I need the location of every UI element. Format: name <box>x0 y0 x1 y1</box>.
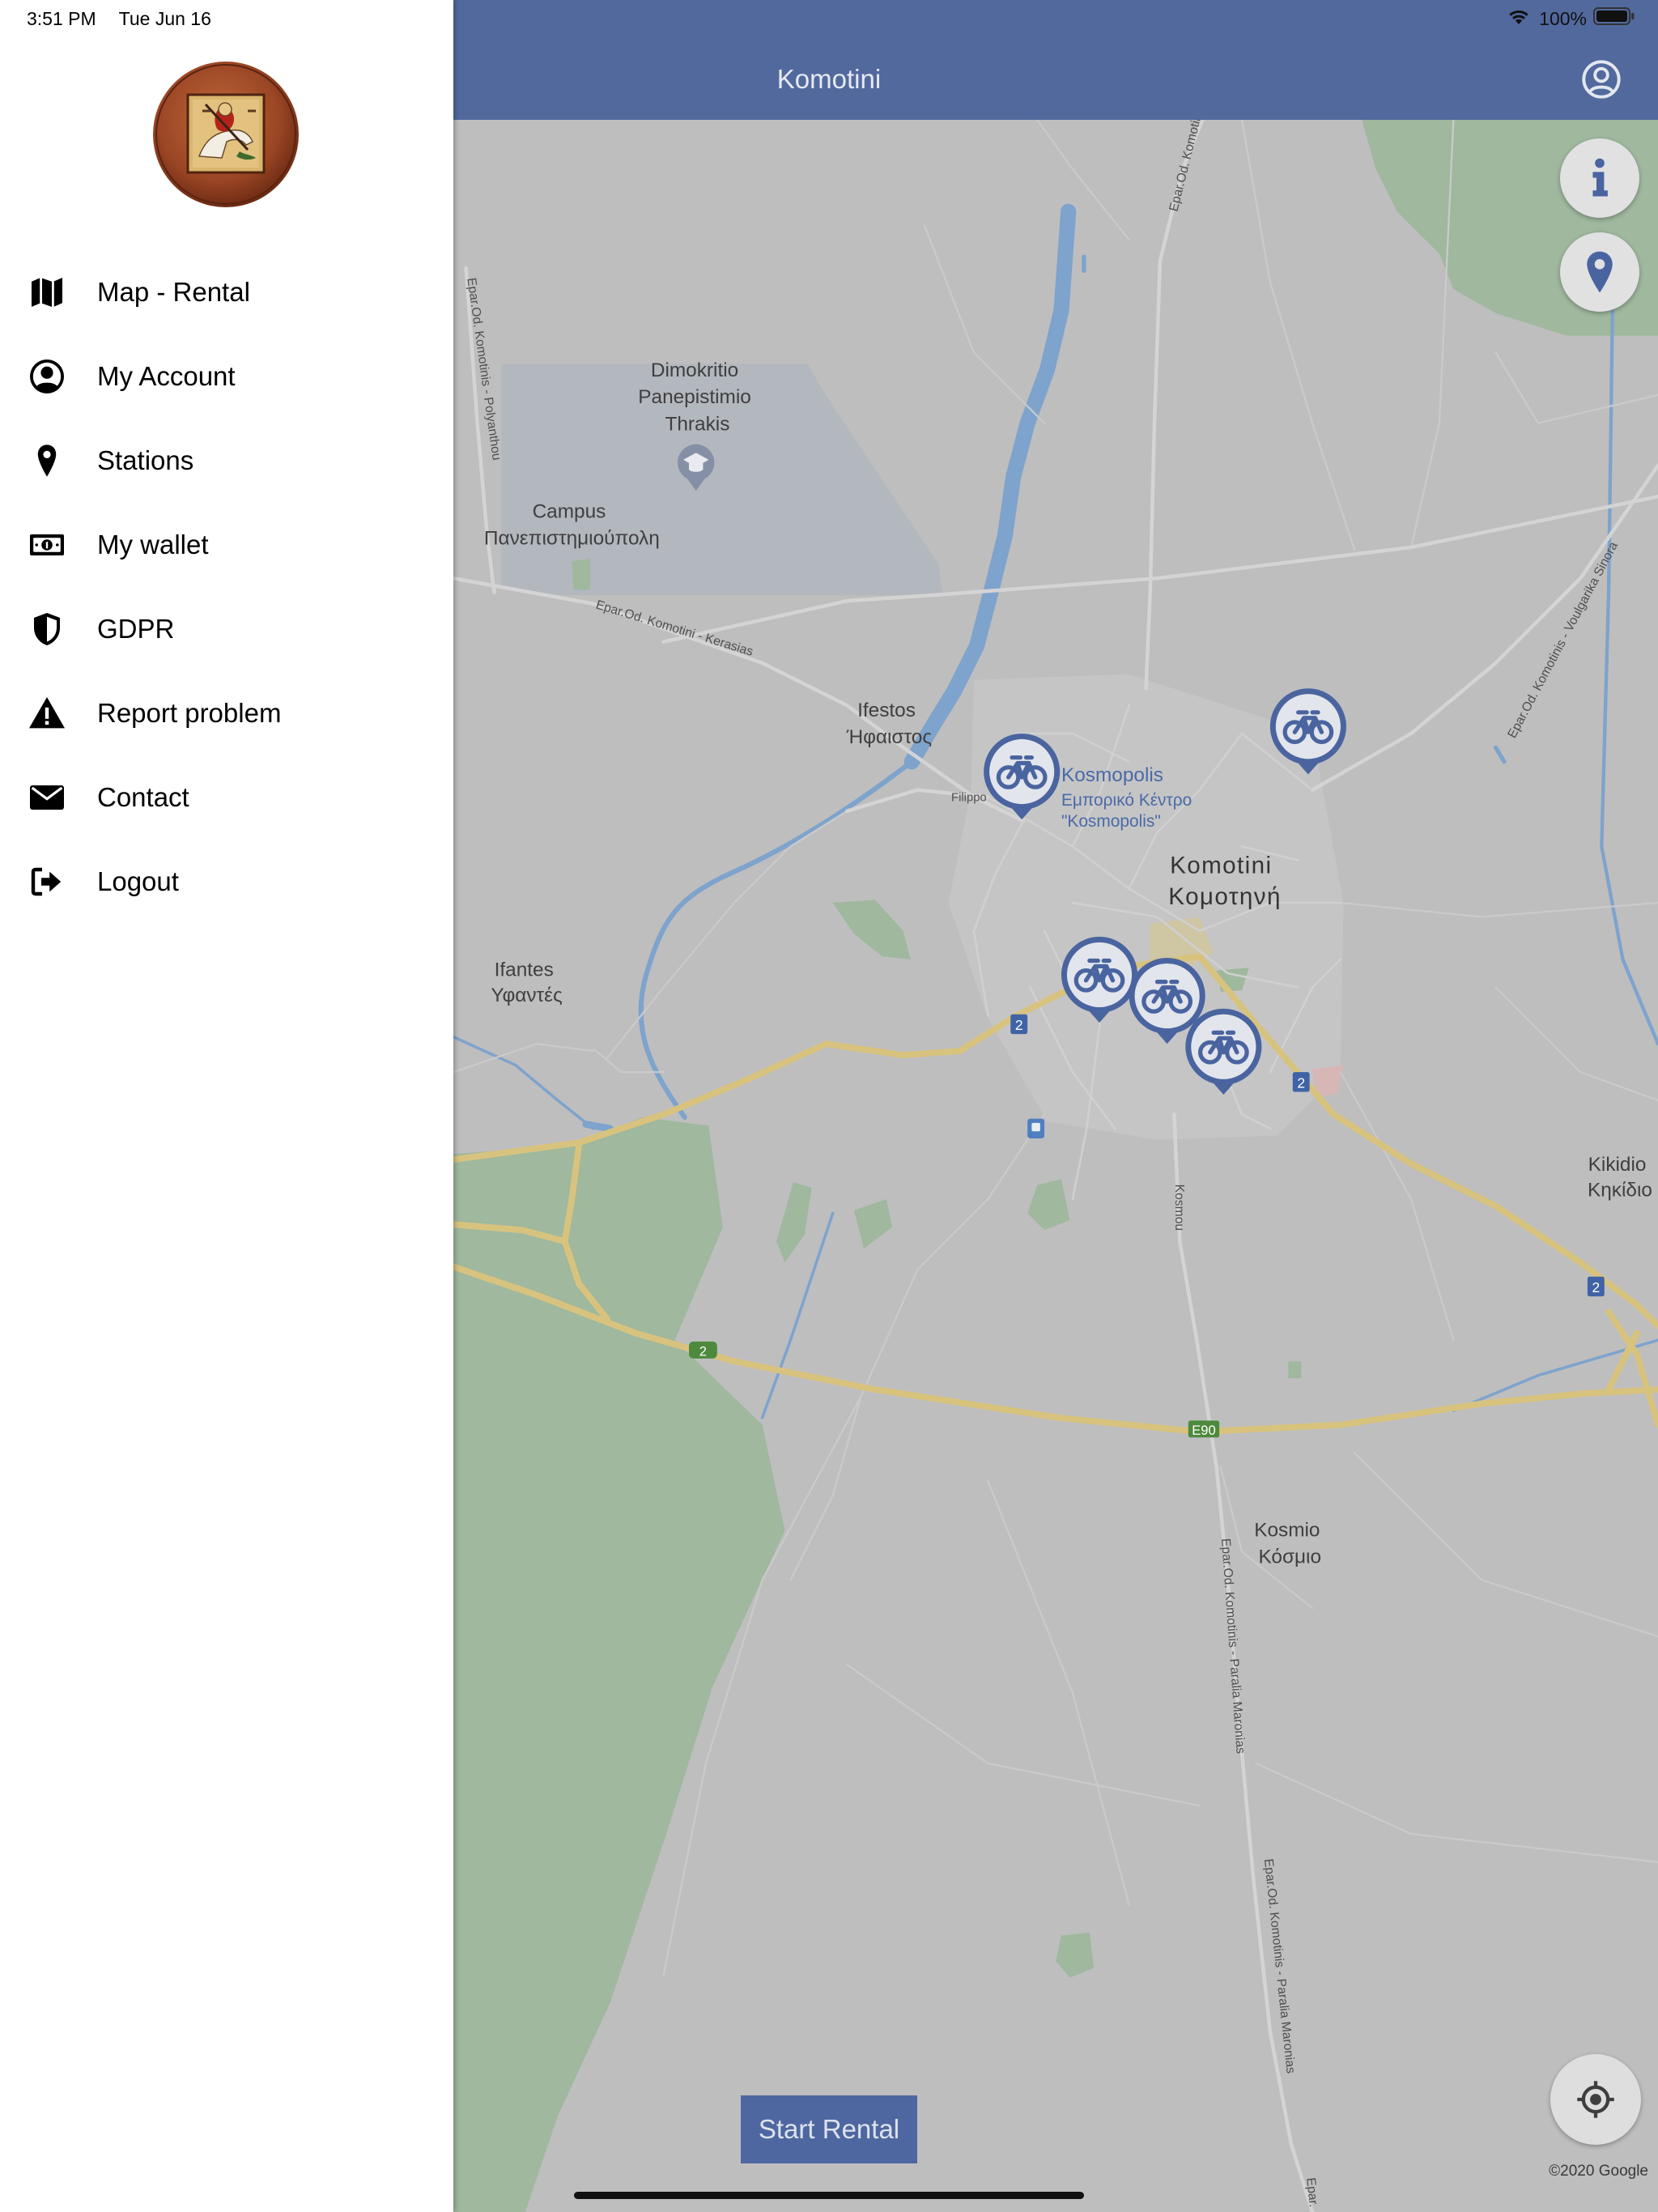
logout-icon <box>28 862 66 901</box>
menu-item-my-wallet[interactable]: My wallet <box>0 503 453 587</box>
map-attribution: ©2020 Google <box>1549 2163 1648 2180</box>
menu-item-label: GDPR <box>97 614 175 644</box>
map-icon <box>28 273 66 312</box>
info-button[interactable] <box>1560 138 1639 218</box>
menu-item-label: My wallet <box>97 530 209 559</box>
menu-item-my-account[interactable]: My Account <box>0 334 453 419</box>
battery-icon <box>1593 6 1635 31</box>
menu-item-label: Map - Rental <box>97 277 250 307</box>
locate-me-button[interactable] <box>1550 2054 1641 2145</box>
route-shield: E90 <box>1188 1420 1220 1438</box>
map-view[interactable]: 2 2 2 2 E90 Epar.Od. Komotini - Kerasias… <box>453 120 1658 2212</box>
route-shield: 2 <box>1010 1014 1028 1035</box>
start-rental-button[interactable]: Start Rental <box>741 2095 917 2163</box>
road-label: Epar. <box>1303 2177 1320 2208</box>
route-shield: 2 <box>688 1341 717 1359</box>
battery-percent: 100% <box>1539 7 1587 29</box>
stations-button[interactable] <box>1560 232 1639 312</box>
train-station-icon <box>1027 1118 1045 1139</box>
municipality-logo <box>152 61 300 208</box>
svg-text:2: 2 <box>699 1343 707 1359</box>
menu-item-label: Stations <box>97 445 194 475</box>
envelope-icon <box>28 778 66 817</box>
drawer-menu: Map - Rental My Account Stations My wall… <box>0 250 453 924</box>
side-drawer: 3:51 PM Tue Jun 16 Map - Rental My Accou… <box>0 0 453 2212</box>
crosshair-icon <box>1577 2081 1614 2118</box>
wifi-icon <box>1507 6 1531 31</box>
menu-item-gdpr[interactable]: GDPR <box>0 587 453 671</box>
menu-item-label: My Account <box>97 361 236 391</box>
route-shield: 2 <box>1292 1072 1310 1092</box>
menu-item-contact[interactable]: Contact <box>0 755 453 840</box>
banknote-icon <box>28 525 66 564</box>
svg-text:2: 2 <box>1297 1074 1305 1091</box>
svg-text:E90: E90 <box>1192 1423 1215 1438</box>
menu-item-map-rental[interactable]: Map - Rental <box>0 250 453 334</box>
account-circle-icon <box>28 357 66 396</box>
menu-item-label: Logout <box>97 866 179 896</box>
status-bar-left: 3:51 PM Tue Jun 16 <box>27 5 211 32</box>
svg-text:2: 2 <box>1015 1017 1023 1033</box>
menu-item-logout[interactable]: Logout <box>0 840 453 924</box>
location-pin-icon <box>1587 251 1613 293</box>
menu-item-stations[interactable]: Stations <box>0 419 453 503</box>
account-circle-icon[interactable] <box>1580 58 1622 100</box>
app-screen: 2 2 2 2 E90 Epar.Od. Komotini - Kerasias… <box>0 0 1658 2212</box>
svg-text:2: 2 <box>1592 1279 1600 1295</box>
shield-icon <box>28 610 66 649</box>
page-title: Komotini <box>776 64 882 94</box>
status-time: 3:51 PM <box>27 8 96 29</box>
location-pin-icon <box>28 441 66 480</box>
status-bar-right: 100% <box>1507 5 1635 32</box>
home-indicator[interactable] <box>574 2192 1084 2199</box>
route-shield: 2 <box>1587 1276 1605 1297</box>
warning-icon <box>28 694 66 733</box>
menu-item-label: Report problem <box>97 698 282 728</box>
menu-item-label: Contact <box>97 782 189 812</box>
menu-item-report-problem[interactable]: Report problem <box>0 671 453 755</box>
street-label: Filippo <box>951 792 987 805</box>
status-date: Tue Jun 16 <box>118 8 211 29</box>
road-label: Kosmou <box>1172 1185 1186 1231</box>
info-icon <box>1592 158 1608 197</box>
navigation-bar: Komotini <box>453 0 1658 120</box>
